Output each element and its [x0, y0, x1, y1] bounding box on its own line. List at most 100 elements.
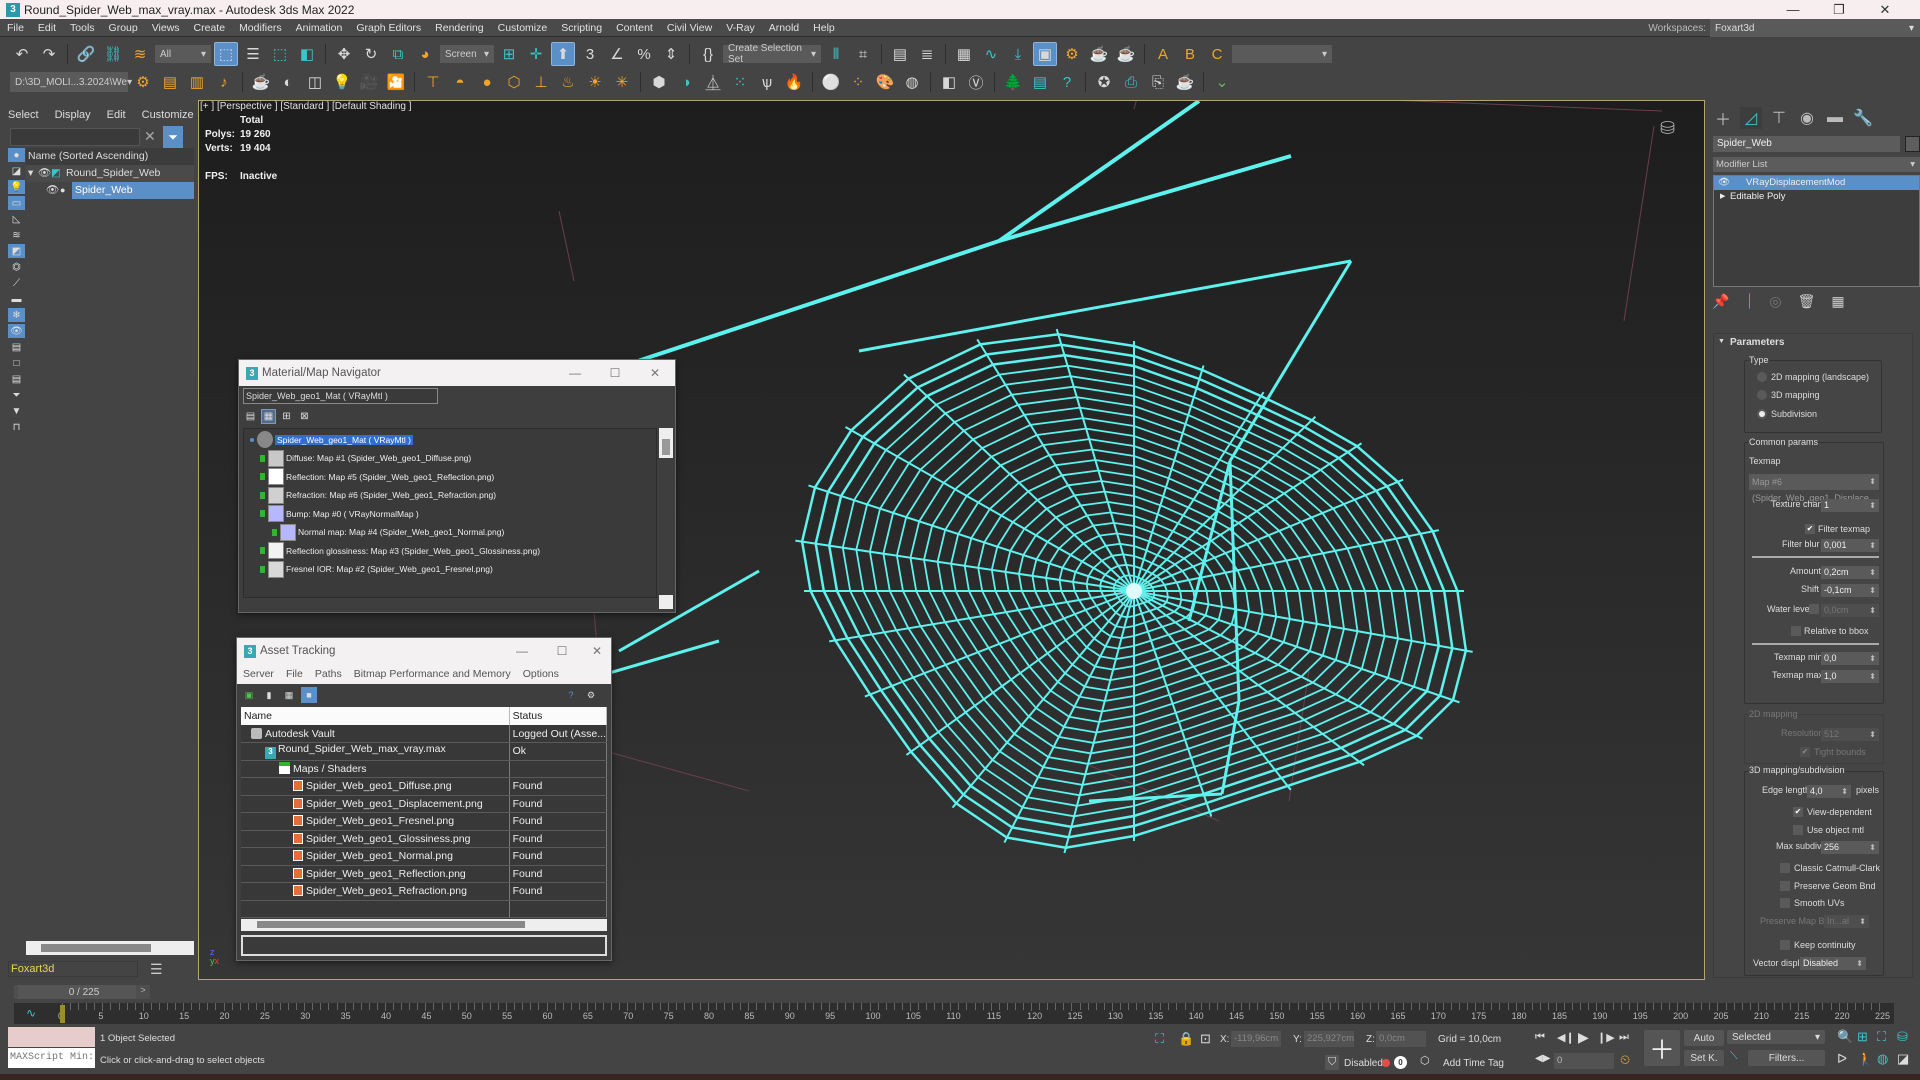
x-coordinate-field[interactable]: -119,96cm — [1231, 1031, 1281, 1047]
menu-scripting[interactable]: Scripting — [554, 22, 609, 34]
notes-icon[interactable]: ▤ — [1028, 70, 1052, 94]
settings-icon[interactable]: ⚙ — [583, 687, 599, 703]
material-tree-item[interactable]: Spider_Web_geo1_Mat ( VRayMtl ) — [250, 431, 414, 448]
project-folder-dropdown[interactable]: D:\3D_MOLI...3.2024\We ▾ — [10, 72, 132, 92]
frozen-filter-icon[interactable]: ❄ — [8, 308, 25, 322]
arnold-render-icon[interactable]: ✪ — [1092, 70, 1116, 94]
render-production-icon[interactable]: ☕ — [1114, 42, 1138, 66]
sphere-toggle-icon[interactable]: ◐ — [276, 70, 300, 94]
asset-menu-server[interactable]: Server — [237, 668, 280, 680]
spinner-snap-icon[interactable]: ⇕ — [659, 42, 683, 66]
vray-mesh-light-icon[interactable]: ⬡ — [502, 70, 526, 94]
menu-modifiers[interactable]: Modifiers — [232, 22, 289, 34]
filter-texmap-checkbox[interactable]: ✔ — [1805, 524, 1815, 534]
selection-lock-icon[interactable]: 🔒 — [1178, 1031, 1194, 1047]
workspaces-dropdown[interactable]: Foxart3d ▾ — [1710, 19, 1920, 37]
material-palette-icon[interactable]: 🎨 — [873, 70, 897, 94]
water-level-spinner[interactable]: 0,0cm — [1821, 604, 1879, 617]
time-slider[interactable]: 0 / 225 — [18, 985, 150, 999]
safe-frame-icon[interactable]: ◫ — [303, 70, 327, 94]
scene-item-spider-web[interactable]: 👁 ● Spider_Web — [26, 182, 194, 199]
view-list-icon[interactable]: ▤ — [243, 409, 258, 424]
field-of-view-icon[interactable]: ᐅ — [1837, 1051, 1847, 1067]
maximize-button[interactable]: ☐ — [600, 360, 630, 386]
vray-fur-icon[interactable]: ◑ — [674, 70, 698, 94]
rotate-icon[interactable]: ↻ — [359, 42, 383, 66]
material-tree-scrollbar[interactable] — [659, 428, 673, 458]
visibility-eye-icon[interactable]: 👁 — [46, 182, 59, 199]
stack-item-vray-displacement[interactable]: 👁 VRayDisplacementMod — [1714, 176, 1919, 190]
material-tree-item[interactable]: Normal map: Map #4 (Spider_Web_geo1_Norm… — [272, 523, 504, 541]
material-tree-item[interactable]: Diffuse: Map #1 (Spider_Web_geo1_Diffuse… — [260, 449, 471, 467]
extra-dropdown[interactable]: ▾ — [1232, 45, 1332, 63]
zoom-extents-all-icon[interactable]: ⛁ — [1897, 1029, 1908, 1045]
set-key-button[interactable]: ＋ — [1644, 1030, 1680, 1066]
display-children-icon[interactable]: ▤ — [8, 340, 25, 354]
minimize-button[interactable]: — — [507, 638, 537, 664]
smooth-uvs-checkbox[interactable] — [1780, 898, 1790, 908]
viewport-label[interactable]: [+ ] [Perspective ] [Standard ] [Default… — [200, 101, 412, 112]
current-frame-field[interactable]: 0 — [1554, 1053, 1614, 1069]
arnold-teapot-icon[interactable]: ☕ — [1173, 70, 1197, 94]
lights-filter-icon[interactable]: 💡 — [8, 180, 25, 194]
filter-selected-icon[interactable]: ⏷ — [8, 388, 25, 402]
rect-selection-region-button[interactable]: ⬚ — [268, 42, 292, 66]
expand-toolbar-icon[interactable]: ⌄ — [1210, 70, 1234, 94]
move-icon[interactable]: ✥ — [332, 42, 356, 66]
next-frame-icon[interactable]: ❙▶ — [1597, 1031, 1615, 1044]
scrollbar-thumb[interactable] — [662, 439, 670, 455]
preserve-map-bnd-dropdown[interactable]: In...al — [1824, 915, 1869, 928]
max-subdivs-spinner[interactable]: 256 — [1821, 841, 1879, 854]
redo-button[interactable]: ↷ — [37, 42, 61, 66]
vray-material-icon[interactable]: ⚪ — [819, 70, 843, 94]
column-header-name[interactable]: Name (Sorted Ascending) — [26, 148, 194, 165]
asset-menu-file[interactable]: File — [280, 668, 309, 680]
keyboard-shortcut-override-button[interactable]: ⬆ — [551, 42, 575, 66]
helpers-filter-icon[interactable]: ◺ — [8, 212, 25, 226]
tab-edit[interactable]: Edit — [99, 107, 134, 123]
maximize-button[interactable]: ☐ — [547, 638, 577, 664]
groups-filter-icon[interactable]: ◩ — [8, 244, 25, 258]
visibility-eye-icon[interactable]: 👁 — [38, 165, 51, 182]
relative-bbox-checkbox[interactable] — [1791, 626, 1801, 636]
containers-filter-icon[interactable]: ▬ — [8, 292, 25, 306]
tight-bounds-checkbox[interactable]: ✔ — [1800, 747, 1810, 757]
file-icon[interactable]: ▮ — [261, 687, 277, 703]
list-view-icon[interactable]: ■ — [301, 687, 317, 703]
project-audio-icon[interactable]: ♪ — [212, 70, 236, 94]
classic-catmull-clark-checkbox[interactable] — [1780, 863, 1790, 873]
asset-row[interactable]: Spider_Web_geo1_Reflection.png Found — [241, 865, 608, 883]
scrollbar-thumb[interactable] — [41, 944, 151, 952]
menu-arnold[interactable]: Arnold — [762, 22, 806, 34]
select-by-name-button[interactable]: ☰ — [241, 42, 265, 66]
toggle-layer-explorer-icon[interactable]: ≣ — [915, 42, 939, 66]
amount-spinner[interactable]: 0,2cm — [1821, 566, 1879, 579]
help-icon[interactable]: ? — [563, 687, 579, 703]
time-configuration-icon[interactable]: ⏲ — [1620, 1052, 1630, 1068]
maximize-viewport-icon[interactable]: ◪ — [1897, 1051, 1909, 1067]
go-to-end-icon[interactable]: ⏭ — [1619, 1031, 1629, 1044]
material-tree-item[interactable]: Reflection glossiness: Map #3 (Spider_We… — [260, 542, 540, 559]
visibility-eye-icon[interactable]: 👁 — [1718, 176, 1730, 190]
track-bar[interactable]: 0510152025303540455055606570758085909510… — [14, 1003, 1894, 1024]
material-library-icon[interactable]: ⁘ — [846, 70, 870, 94]
menu-graph-editors[interactable]: Graph Editors — [349, 22, 428, 34]
object-name-field[interactable]: Spider_Web — [1713, 136, 1900, 152]
rollout-title[interactable]: Parameters — [1730, 337, 1784, 348]
vray-sun-icon[interactable]: ☀ — [583, 70, 607, 94]
asset-row[interactable]: Spider_Web_geo1_Refraction.png Found — [241, 882, 608, 901]
window-titlebar[interactable]: 3 Asset Tracking — ☐ ✕ — [237, 638, 611, 664]
script-c-icon[interactable]: C — [1205, 42, 1229, 66]
mirror-icon[interactable]: ⫴ — [824, 42, 848, 66]
arnold-scene-icon[interactable]: ⎙ — [1119, 70, 1143, 94]
display-dependents-icon[interactable]: ▤ — [8, 372, 25, 386]
help-icon[interactable]: ? — [1055, 70, 1079, 94]
camera-icon[interactable]: 🎥 — [357, 70, 381, 94]
scrollbar-thumb[interactable] — [257, 921, 525, 928]
play-icon[interactable]: ▶ — [1578, 1029, 1589, 1046]
menu-content[interactable]: Content — [609, 22, 660, 34]
close-button[interactable]: ✕ — [640, 360, 670, 386]
vray-plane-icon[interactable]: ⏅ — [701, 70, 725, 94]
orbit-icon[interactable]: ◍ — [1877, 1051, 1888, 1067]
refresh-icon[interactable]: ▣ — [241, 687, 257, 703]
